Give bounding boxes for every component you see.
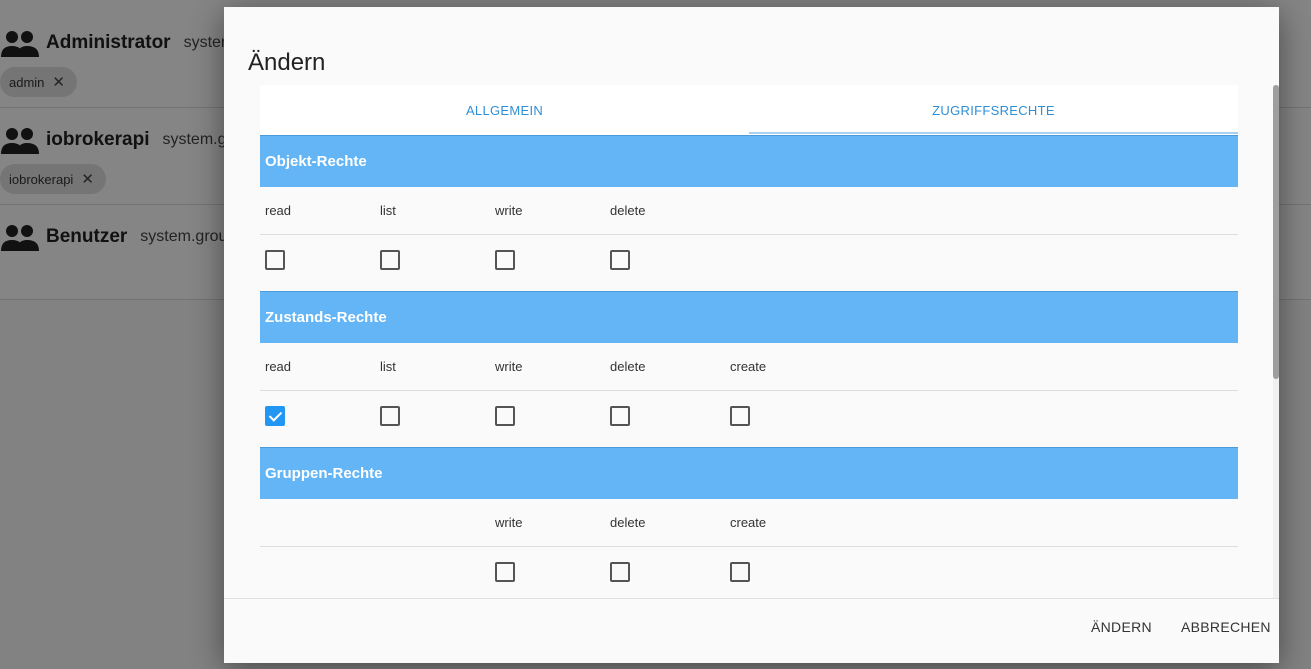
tab-general[interactable]: ALLGEMEIN [260, 85, 749, 135]
dialog-content: ALLGEMEIN ZUGRIFFSRECHTE Objekt-Rechte r… [224, 85, 1279, 598]
tab-active-indicator [749, 132, 1238, 134]
scrollbar-thumb[interactable] [1273, 85, 1279, 379]
checkbox-state-list[interactable] [380, 406, 400, 426]
checkbox-state-delete[interactable] [610, 406, 630, 426]
divider [260, 390, 1238, 391]
permission-label: delete [610, 203, 646, 218]
checkbox-state-create[interactable] [730, 406, 750, 426]
edit-group-dialog: Ändern ALLGEMEIN ZUGRIFFSRECHTE Objekt-R… [224, 7, 1279, 663]
scrollbar[interactable] [1273, 85, 1279, 598]
divider [260, 546, 1238, 547]
permission-label: read [265, 359, 292, 374]
save-button[interactable]: ÄNDERN [1091, 619, 1152, 635]
checkbox-object-write[interactable] [495, 250, 515, 270]
permission-label: write [495, 515, 523, 530]
section-object-rights: Objekt-Rechte [260, 135, 1238, 187]
dialog-actions: ÄNDERN ABBRECHEN [224, 598, 1279, 663]
tab-access-rights[interactable]: ZUGRIFFSRECHTE [749, 85, 1238, 135]
permission-label: delete [610, 515, 646, 530]
permission-label: write [495, 359, 523, 374]
permission-label: create [730, 515, 767, 530]
permission-label: list [380, 203, 396, 218]
checkbox-object-list[interactable] [380, 250, 400, 270]
checkbox-group-create[interactable] [730, 562, 750, 582]
checkbox-object-read[interactable] [265, 250, 285, 270]
tab-bar: ALLGEMEIN ZUGRIFFSRECHTE [260, 85, 1238, 135]
permission-label: delete [610, 359, 646, 374]
section-group-rights: Gruppen-Rechte [260, 447, 1238, 499]
checkbox-state-read[interactable] [265, 406, 285, 426]
divider [260, 234, 1238, 235]
dialog-title: Ändern [248, 49, 326, 76]
checkbox-group-delete[interactable] [610, 562, 630, 582]
cancel-button[interactable]: ABBRECHEN [1181, 619, 1271, 635]
checkbox-state-write[interactable] [495, 406, 515, 426]
permission-label: write [495, 203, 523, 218]
permission-label: read [265, 203, 292, 218]
permission-label: create [730, 359, 767, 374]
section-state-rights: Zustands-Rechte [260, 291, 1238, 343]
permission-label: list [380, 359, 396, 374]
checkbox-object-delete[interactable] [610, 250, 630, 270]
checkbox-group-write[interactable] [495, 562, 515, 582]
